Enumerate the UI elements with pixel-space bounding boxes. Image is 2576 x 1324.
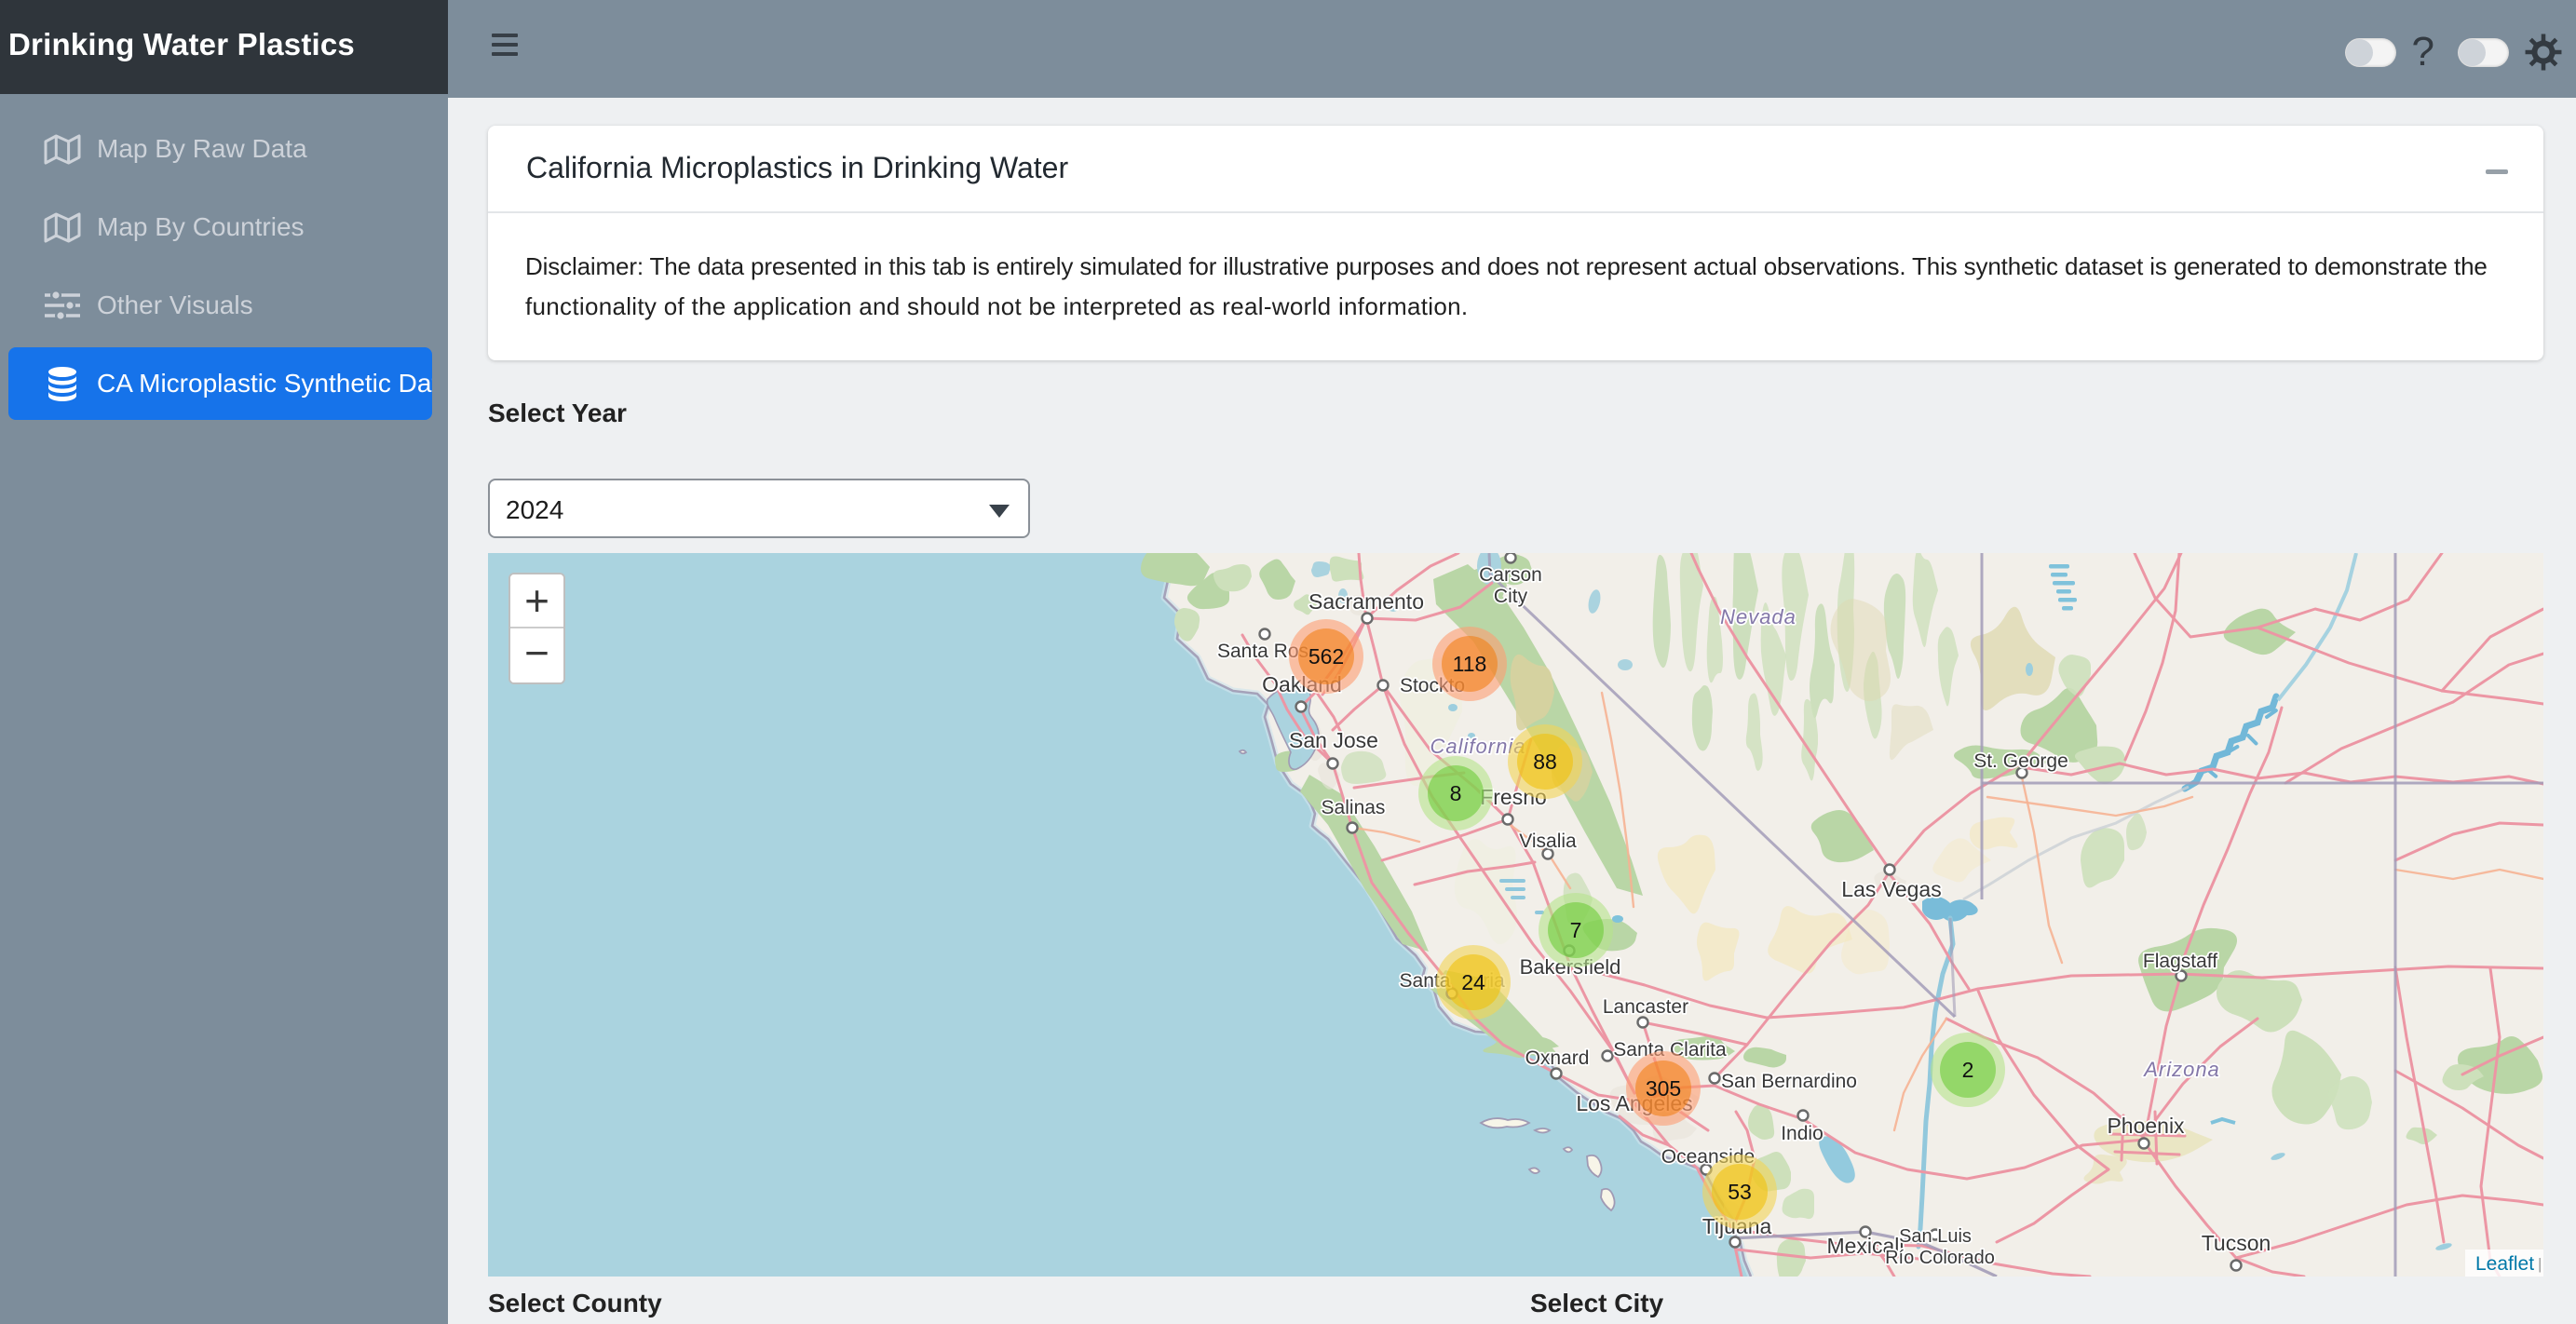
svg-text:2: 2	[1962, 1058, 1974, 1082]
svg-text:Sacramento: Sacramento	[1308, 589, 1424, 614]
svg-text:Tucson: Tucson	[2202, 1231, 2271, 1255]
svg-text:City: City	[1494, 586, 1528, 607]
svg-text:San Bernardino: San Bernardino	[1721, 1071, 1857, 1092]
svg-text:San Luis: San Luis	[1899, 1226, 1972, 1247]
svg-text:Oxnard: Oxnard	[1525, 1047, 1590, 1069]
svg-text:Phoenix: Phoenix	[2107, 1114, 2185, 1138]
svg-text:St. George: St. George	[1973, 750, 2068, 772]
svg-text:Arizona: Arizona	[2142, 1058, 2220, 1081]
svg-text:305: 305	[1646, 1076, 1681, 1101]
svg-text:|: |	[2538, 1255, 2542, 1273]
svg-text:562: 562	[1308, 644, 1344, 669]
svg-text:Las Vegas: Las Vegas	[1841, 877, 1941, 901]
svg-text:118: 118	[1453, 652, 1487, 676]
svg-text:Nevada: Nevada	[1720, 605, 1796, 628]
svg-text:Río Colorado: Río Colorado	[1885, 1248, 1995, 1268]
svg-text:Indio: Indio	[1781, 1123, 1824, 1144]
svg-text:88: 88	[1533, 750, 1557, 774]
svg-text:24: 24	[1461, 970, 1485, 994]
svg-text:Carson: Carson	[1479, 564, 1542, 586]
svg-text:San Jose: San Jose	[1289, 728, 1378, 752]
svg-text:Flagstaff: Flagstaff	[2143, 951, 2217, 972]
svg-text:8: 8	[1450, 781, 1462, 805]
svg-text:Salinas: Salinas	[1322, 797, 1386, 818]
svg-text:53: 53	[1728, 1180, 1752, 1204]
svg-text:Visalia: Visalia	[1519, 831, 1577, 852]
svg-text:Lancaster: Lancaster	[1603, 996, 1688, 1018]
svg-text:7: 7	[1570, 918, 1582, 942]
svg-text:Leaflet: Leaflet	[2475, 1253, 2534, 1275]
